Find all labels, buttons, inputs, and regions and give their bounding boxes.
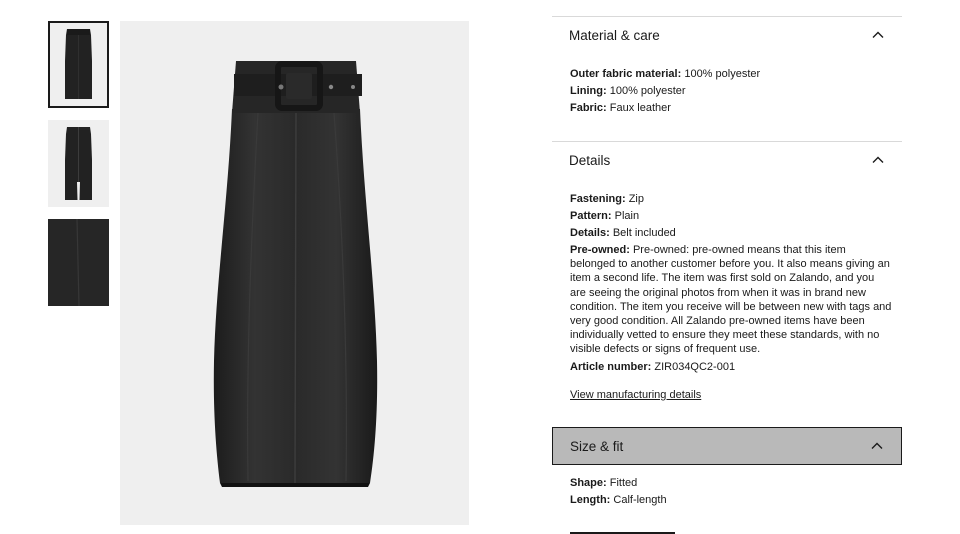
details-pattern: Pattern: Plain [570, 210, 640, 222]
skirt-detail-thumbnail-image [48, 219, 109, 306]
size-fit-header[interactable]: Size & fit [552, 427, 902, 465]
leather-skirt-image [120, 21, 469, 525]
details-pre-owned: Pre-owned: Pre-owned: pre-owned means th… [570, 244, 892, 356]
material-outer: Outer fabric material: 100% polyester [570, 68, 761, 80]
details-header[interactable]: Details [552, 141, 902, 179]
material-care-title: Material & care [569, 27, 660, 43]
details-title: Details [569, 152, 611, 168]
thumbnail-skirt-front[interactable] [48, 21, 109, 108]
details-article-number: Article number: ZIR034QC2-001 [570, 361, 736, 373]
thumbnail-skirt-back[interactable] [48, 120, 109, 207]
skirt-front-thumbnail-image [48, 21, 109, 108]
size-fit-title: Size & fit [570, 438, 624, 454]
view-manufacturing-details-link[interactable]: View manufacturing details [570, 388, 701, 402]
size-fit-length: Length: Calf-length [570, 494, 667, 506]
details-details: Details: Belt included [570, 227, 676, 239]
material-fabric: Fabric: Faux leather [570, 102, 671, 114]
skirt-back-thumbnail-image [48, 120, 109, 207]
chevron-up-icon [872, 31, 884, 38]
main-product-image[interactable] [120, 21, 469, 525]
size-fit-shape: Shape: Fitted [570, 477, 638, 489]
chevron-up-icon [872, 156, 884, 163]
chevron-up-icon [871, 442, 883, 449]
details-fastening: Fastening: Zip [570, 193, 644, 205]
material-lining: Lining: 100% polyester [570, 85, 686, 97]
thumbnail-skirt-detail[interactable] [48, 219, 109, 306]
material-care-header[interactable]: Material & care [552, 16, 902, 54]
